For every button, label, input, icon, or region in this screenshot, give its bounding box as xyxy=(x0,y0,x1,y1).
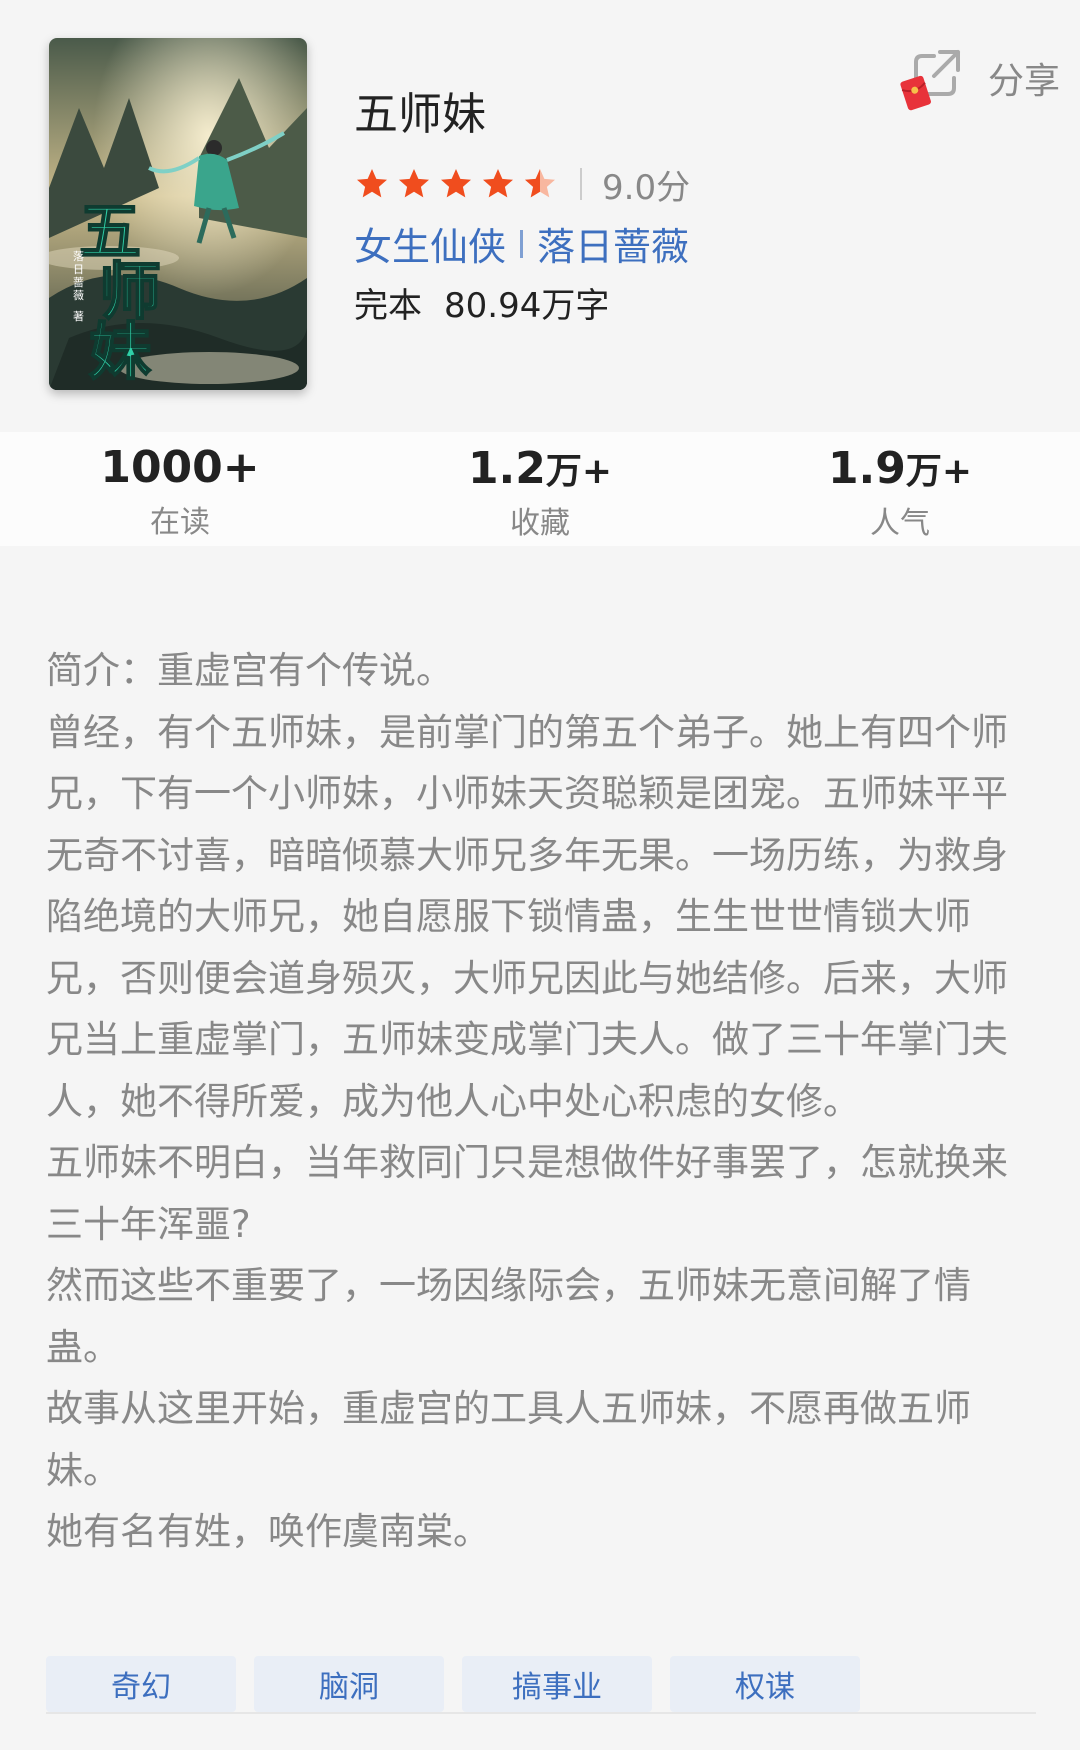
share-label: 分享 xyxy=(988,61,1061,102)
stat-reading-label: 在读 xyxy=(150,505,210,540)
cover-illustration: 五 师 妹 落 日 蔷 薇 著 xyxy=(49,38,307,390)
stat-popularity-unit: 万+ xyxy=(905,451,973,492)
completion-status: 完本 xyxy=(354,286,422,326)
book-synopsis[interactable]: 简介：重虚宫有个传说。 曾经，有个五师妹，是前掌门的第五个弟子。她上有四个师兄，… xyxy=(46,640,1036,1563)
rating-score: 9.0分 xyxy=(602,167,691,208)
meta-divider xyxy=(520,229,524,258)
tag-list: 奇幻 脑洞 搞事业 权谋 xyxy=(46,1656,860,1712)
stat-reading: 1000+ 在读 xyxy=(30,432,330,541)
rating-divider xyxy=(580,168,582,200)
cover-title-char-3: 妹 xyxy=(89,315,151,388)
star-full-icon xyxy=(399,169,429,198)
red-envelope-icon xyxy=(900,75,931,111)
star-full-icon xyxy=(441,169,471,198)
stat-popularity: 1.9万+ 人气 xyxy=(750,432,1050,542)
stat-collect-unit: 万+ xyxy=(545,451,613,492)
tag-brainstorm[interactable]: 脑洞 xyxy=(254,1656,444,1712)
stat-reading-value: 1000+ xyxy=(100,442,260,493)
synopsis-paragraph: 她有名有姓，唤作虞南棠。 xyxy=(46,1510,490,1553)
cover-author: 落 日 蔷 薇 著 xyxy=(73,250,84,323)
author-link[interactable]: 落日蔷薇 xyxy=(537,216,689,271)
tag-fantasy[interactable]: 奇幻 xyxy=(46,1656,236,1712)
share-button[interactable]: 分享 xyxy=(900,44,1060,112)
book-cover[interactable]: 五 师 妹 落 日 蔷 薇 著 xyxy=(49,38,307,390)
svg-text:著: 著 xyxy=(73,309,84,323)
stat-popularity-value: 1.9 xyxy=(827,443,906,494)
star-full-icon xyxy=(483,169,513,198)
star-half-icon xyxy=(525,169,555,198)
stat-collect-label: 收藏 xyxy=(510,506,570,541)
star-rating xyxy=(354,166,558,202)
star-full-icon xyxy=(357,169,387,198)
synopsis-paragraph: 五师妹不明白，当年救同门只是想做件好事罢了，怎就换来三十年浑噩? xyxy=(46,1141,1008,1246)
word-count: 80.94万字 xyxy=(444,286,610,326)
stat-collect: 1.2万+ 收藏 xyxy=(390,432,690,542)
divider xyxy=(46,1712,1036,1714)
status-row: 完本 80.94万字 xyxy=(354,278,609,327)
stat-collect-value: 1.2 xyxy=(467,443,546,494)
book-header: 五 师 妹 落 日 蔷 薇 著 五师妹 9.0分 女生仙侠 落日蔷薇 完本 80… xyxy=(0,0,1080,432)
synopsis-paragraph: 故事从这里开始，重虚宫的工具人五师妹，不愿再做五师妹。 xyxy=(46,1387,971,1492)
tag-scheming[interactable]: 权谋 xyxy=(670,1656,860,1712)
synopsis-paragraph: 曾经，有个五师妹，是前掌门的第五个弟子。她上有四个师兄，下有一个小师妹，小师妹天… xyxy=(46,710,1008,1123)
rating-row: 9.0分 xyxy=(354,160,690,208)
category-author-row: 女生仙侠 落日蔷薇 xyxy=(354,216,689,271)
svg-text:蔷: 蔷 xyxy=(73,276,84,289)
stat-popularity-label: 人气 xyxy=(870,506,930,541)
book-title: 五师妹 xyxy=(354,89,486,140)
synopsis-paragraph: 简介：重虚宫有个传说。 xyxy=(46,649,453,692)
svg-text:落: 落 xyxy=(73,250,84,263)
category-link[interactable]: 女生仙侠 xyxy=(354,216,506,271)
synopsis-paragraph: 然而这些不重要了，一场因缘际会，五师妹无意间解了情蛊。 xyxy=(46,1264,971,1369)
share-icon xyxy=(900,44,980,112)
tag-career[interactable]: 搞事业 xyxy=(462,1656,652,1712)
svg-text:日: 日 xyxy=(73,263,84,276)
stats-bar: 1000+ 在读 1.2万+ 收藏 1.9万+ 人气 xyxy=(0,432,1080,546)
svg-text:薇: 薇 xyxy=(73,289,84,302)
